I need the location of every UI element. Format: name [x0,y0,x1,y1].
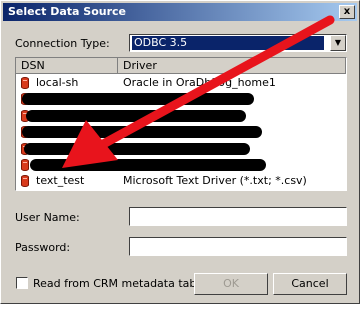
dsn-list[interactable]: DSN Driver local-sh Oracle in OraDb10g_ho… [15,57,347,191]
list-item[interactable] [16,157,346,173]
database-icon [21,175,29,188]
select-data-source-dialog: Select Data Source x Connection Type: OD… [0,0,360,304]
redacted-text [26,109,246,122]
redacted-text [30,159,266,171]
chevron-down-icon[interactable]: ▼ [330,35,346,51]
redacted-text [22,93,254,106]
dialog-title: Select Data Source [8,5,127,18]
dsn-cell: text_test [36,174,85,188]
database-icon [21,159,29,171]
list-item[interactable] [16,124,346,140]
list-item[interactable] [16,108,346,124]
list-item[interactable] [16,91,346,107]
password-label: Password: [15,241,71,254]
password-field[interactable] [129,237,347,256]
redacted-text [22,126,262,139]
connection-type-label: Connection Type: [15,37,110,50]
close-button[interactable]: x [339,5,355,19]
user-name-field[interactable] [129,207,347,226]
redacted-text [24,142,250,155]
crm-metadata-label[interactable]: Read from CRM metadata tables [33,277,212,290]
driver-cell: Oracle in OraDb10g_home1 [123,76,276,89]
driver-cell: Microsoft Text Driver (*.txt; *.csv) [123,174,307,188]
cancel-button[interactable]: Cancel [273,273,347,295]
connection-type-value: ODBC 3.5 [132,36,324,50]
connection-type-select[interactable]: ODBC 3.5 ▼ [129,34,347,52]
crm-metadata-checkbox[interactable] [16,277,28,289]
title-bar[interactable]: Select Data Source x [3,3,357,21]
list-item[interactable]: local-sh Oracle in OraDb10g_home1 [16,75,346,91]
column-header-dsn[interactable]: DSN [16,58,118,74]
list-header: DSN Driver [16,58,346,74]
dsn-cell: local-sh [36,76,79,89]
database-icon [21,77,29,89]
column-header-driver[interactable]: Driver [118,58,346,74]
ok-button[interactable]: OK [194,273,268,295]
list-item[interactable]: text_test Microsoft Text Driver (*.txt; *… [16,173,346,189]
user-name-label: User Name: [15,211,80,224]
list-item[interactable] [16,141,346,157]
